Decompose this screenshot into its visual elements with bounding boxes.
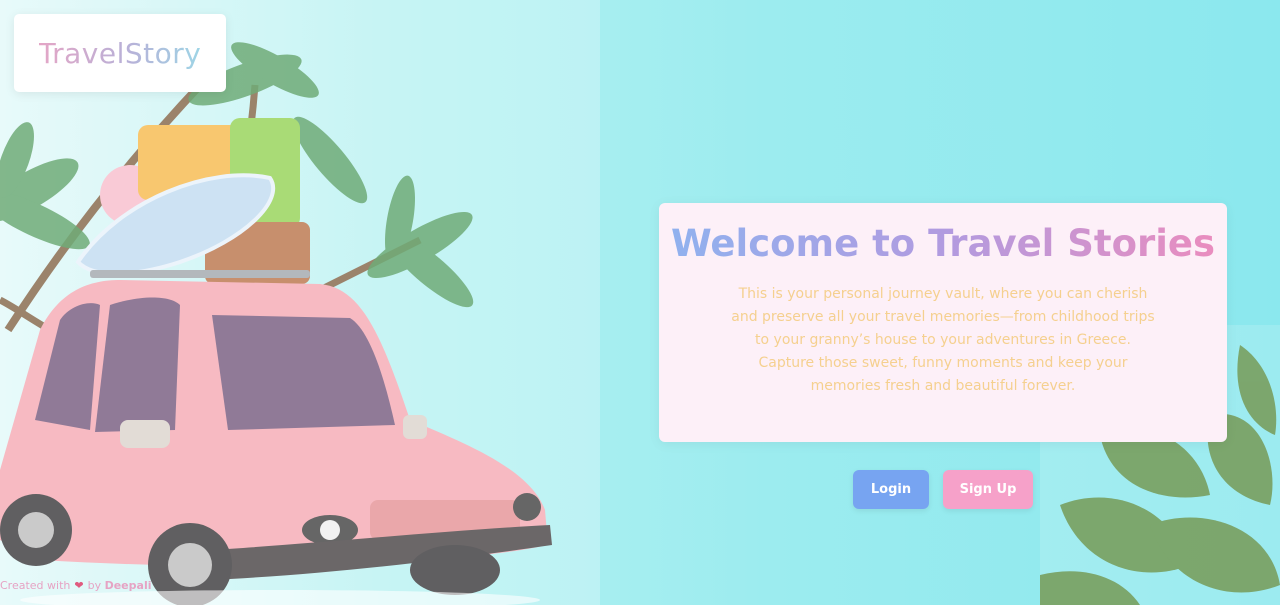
logo-card[interactable]: TravelStory (14, 14, 226, 92)
heart-icon: ❤ (74, 579, 84, 592)
footer-prefix: Created with (0, 579, 71, 592)
welcome-title: Welcome to Travel Stories (659, 221, 1227, 267)
welcome-card: Welcome to Travel Stories This is your p… (659, 203, 1227, 442)
landing-page: TravelStory Welcome to Travel Stories Th… (0, 0, 1280, 605)
signup-button[interactable]: Sign Up (943, 470, 1033, 509)
footer-author-link[interactable]: Deepali (105, 579, 152, 592)
footer-by: by (87, 579, 102, 592)
logo-text: TravelStory (38, 36, 202, 70)
welcome-description: This is your personal journey vault, whe… (731, 286, 1155, 394)
footer-credit: Created with ❤ by Deepali (0, 579, 151, 592)
login-button[interactable]: Login (853, 470, 929, 509)
